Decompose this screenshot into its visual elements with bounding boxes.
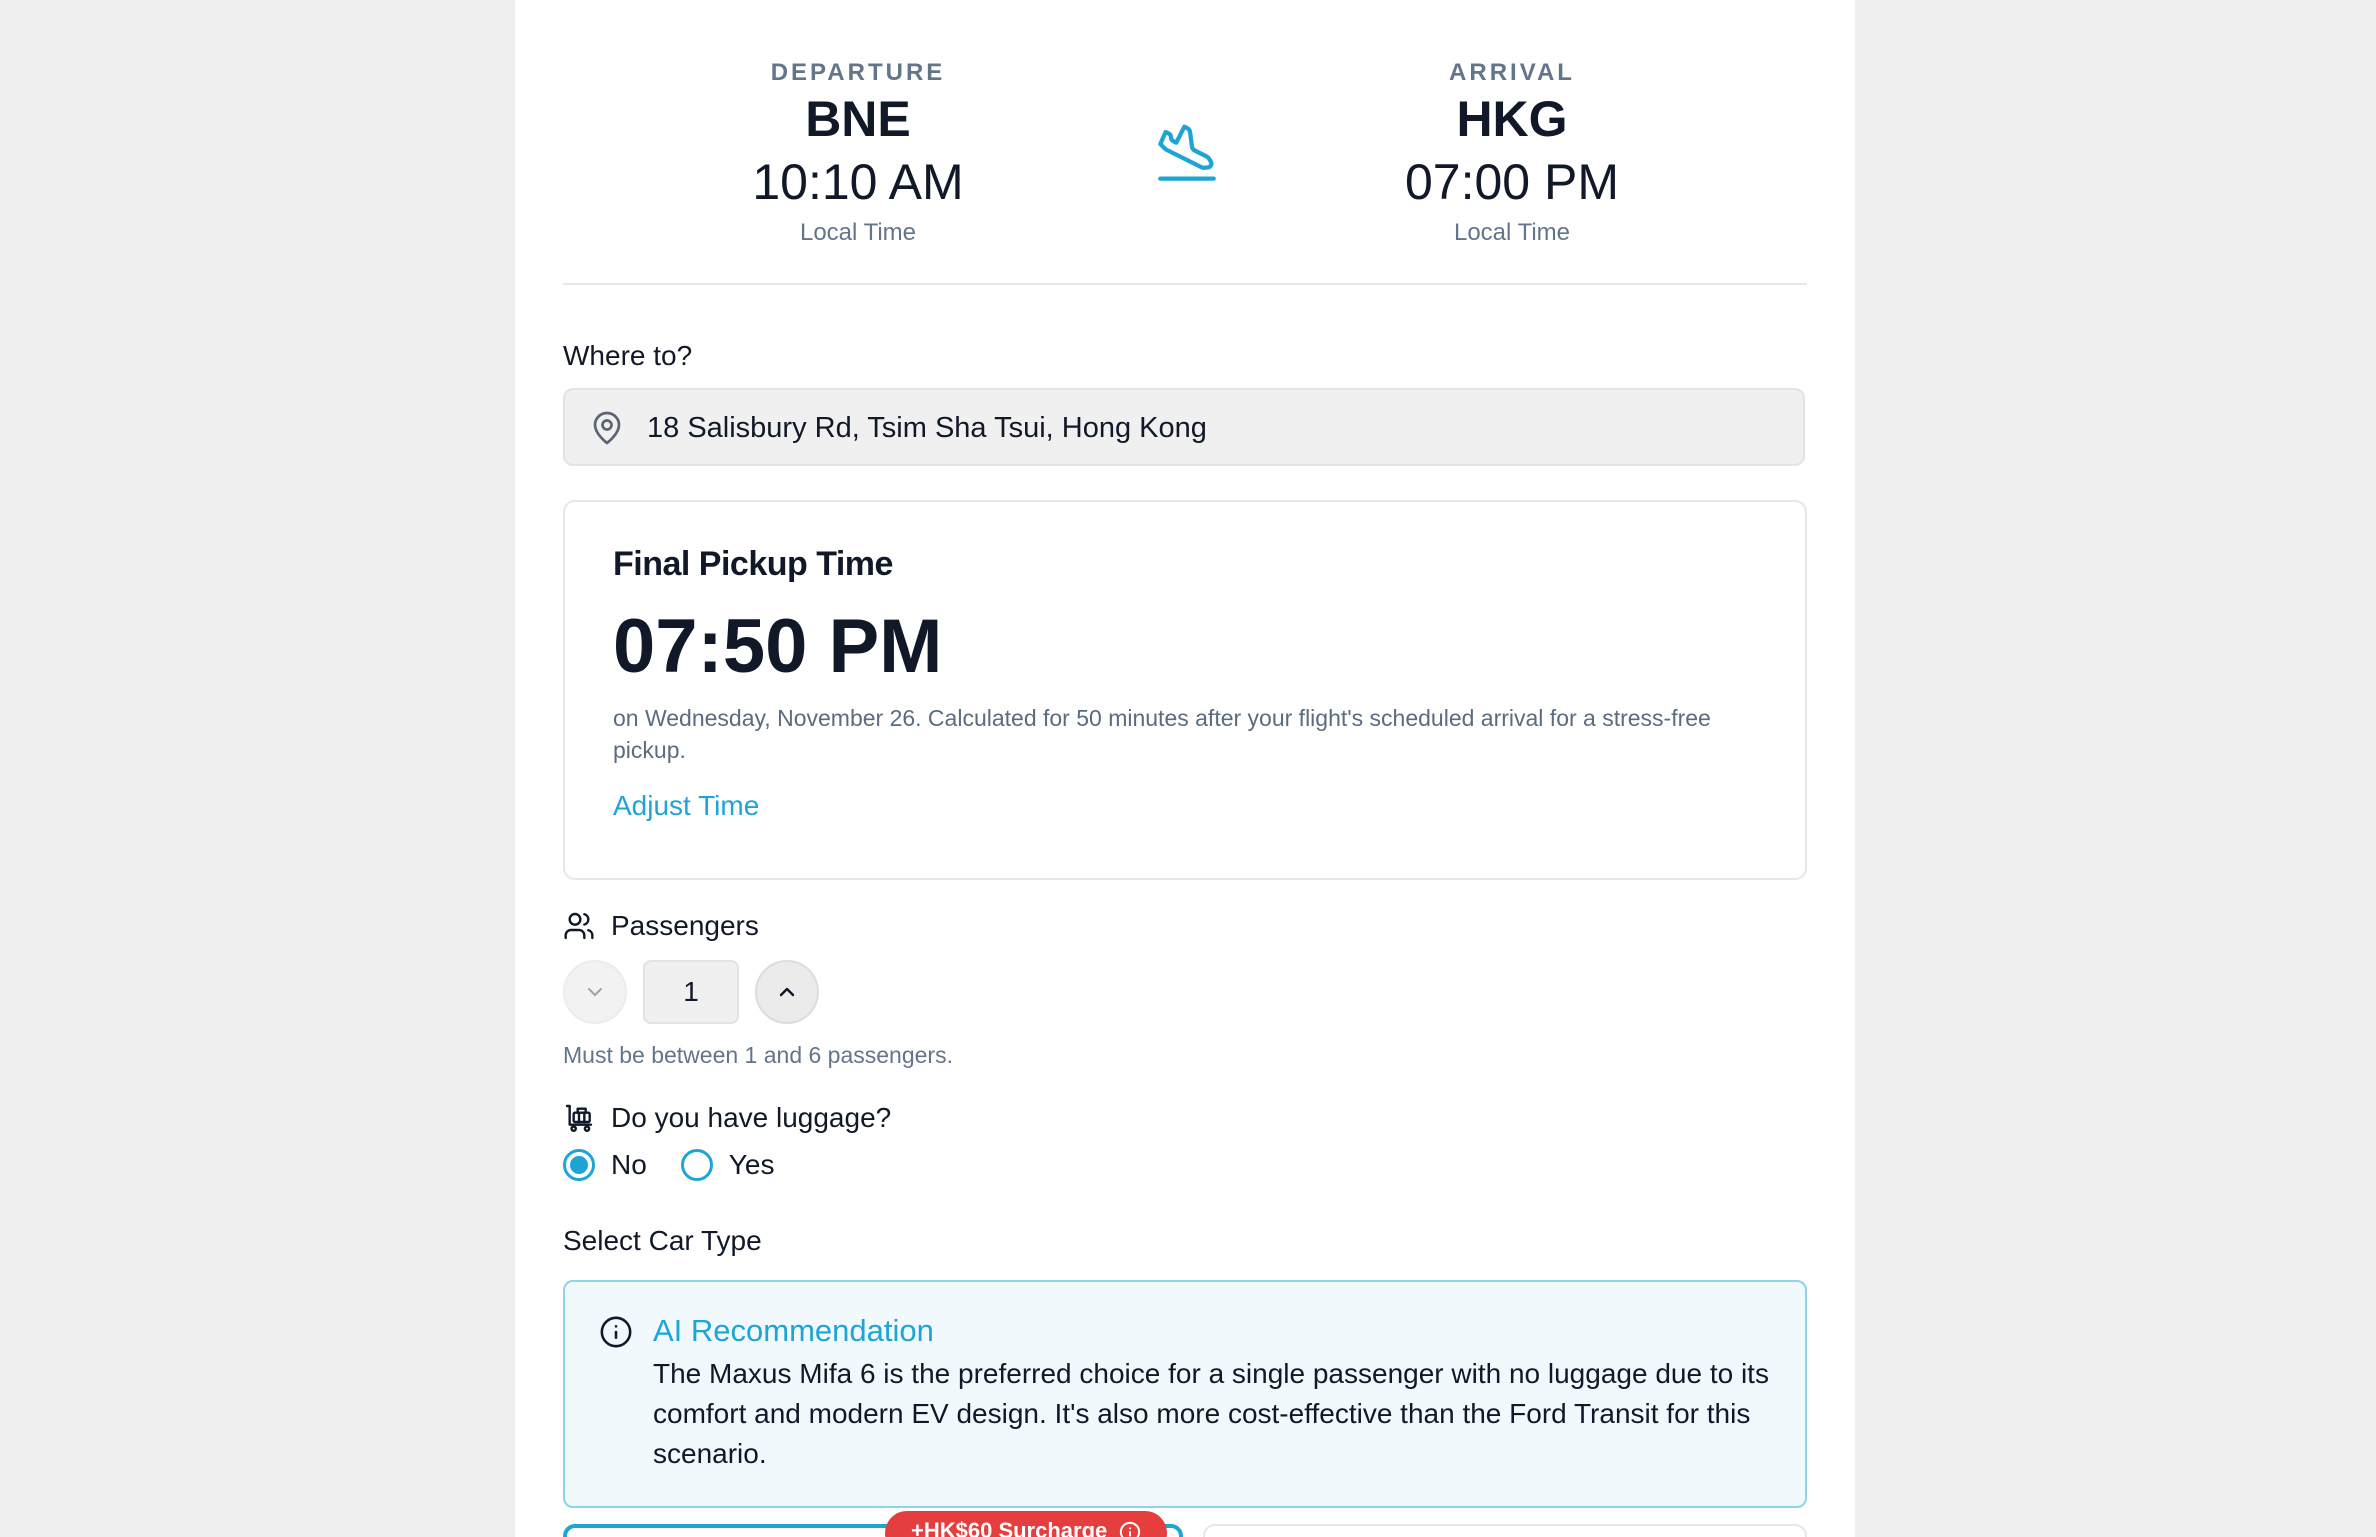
decrease-passengers-button[interactable] xyxy=(563,960,627,1024)
radio-unselected-indicator xyxy=(680,1149,713,1181)
flight-summary: DEPARTURE BNE 10:10 AM Local Time ARRIVA… xyxy=(563,0,1807,285)
luggage-label-row: Do you have luggage? xyxy=(563,1101,891,1135)
luggage-no-label: No xyxy=(611,1149,647,1180)
passengers-hint: Must be between 1 and 6 passengers. xyxy=(563,1042,953,1068)
departure-block: DEPARTURE BNE 10:10 AM Local Time xyxy=(658,58,1058,248)
increase-passengers-button[interactable] xyxy=(755,960,819,1024)
ai-recommendation-title: AI Recommendation xyxy=(653,1313,934,1348)
car-type-label: Select Car Type xyxy=(563,1225,762,1256)
surcharge-badge: +HK$60 Surcharge xyxy=(885,1511,1168,1537)
ai-recommendation-box: AI Recommendation The Maxus Mifa 6 is th… xyxy=(563,1280,1807,1508)
info-icon[interactable] xyxy=(1119,1521,1141,1537)
passengers-label-row: Passengers xyxy=(563,909,759,943)
luggage-cart-icon xyxy=(565,1104,593,1132)
info-icon xyxy=(600,1316,632,1348)
destination-label: Where to? xyxy=(563,340,693,371)
departure-time: 10:10 AM xyxy=(752,154,964,210)
pickup-card-title: Final Pickup Time xyxy=(613,545,893,583)
luggage-no-radio[interactable]: No xyxy=(563,1148,647,1182)
chevron-up-icon xyxy=(779,987,795,997)
plane-landing-icon xyxy=(1158,124,1216,181)
departure-local-time-label: Local Time xyxy=(799,219,917,246)
luggage-options: No Yes xyxy=(563,1148,808,1182)
luggage-label: Do you have luggage? xyxy=(611,1102,892,1133)
luggage-yes-label: Yes xyxy=(728,1149,775,1180)
departure-label: DEPARTURE xyxy=(770,59,946,86)
arrival-block: ARRIVAL HKG 07:00 PM Local Time xyxy=(1312,58,1712,248)
arrival-time: 07:00 PM xyxy=(1404,154,1619,210)
destination-address: 18 Salisbury Rd, Tsim Sha Tsui, Hong Kon… xyxy=(647,412,1207,444)
car-option[interactable] xyxy=(1203,1524,1807,1537)
arrival-label: ARRIVAL xyxy=(1449,59,1575,86)
surcharge-text: +HK$60 Surcharge xyxy=(911,1518,1108,1537)
chevron-down-icon xyxy=(588,988,602,996)
departure-airport-code: BNE xyxy=(805,91,911,147)
pickup-time-card: Final Pickup Time 07:50 PM on Wednesday,… xyxy=(563,500,1807,880)
booking-page: DEPARTURE BNE 10:10 AM Local Time ARRIVA… xyxy=(515,0,1855,1537)
adjust-time-link[interactable]: Adjust Time xyxy=(613,788,759,824)
pickup-time: 07:50 PM xyxy=(613,604,943,689)
luggage-yes-radio[interactable]: Yes xyxy=(680,1148,775,1182)
arrival-airport-code: HKG xyxy=(1456,91,1568,147)
passengers-label: Passengers xyxy=(611,910,759,941)
map-pin-icon xyxy=(593,411,621,445)
destination-field[interactable]: 18 Salisbury Rd, Tsim Sha Tsui, Hong Kon… xyxy=(563,388,1805,466)
radio-selected-indicator xyxy=(563,1149,595,1181)
users-icon xyxy=(564,912,594,940)
booking-form: DEPARTURE BNE 10:10 AM Local Time ARRIVA… xyxy=(563,0,1807,1537)
ai-recommendation-text: The Maxus Mifa 6 is the preferred choice… xyxy=(653,1358,1769,1469)
arrival-local-time-label: Local Time xyxy=(1453,219,1571,246)
passengers-count[interactable]: 1 xyxy=(643,960,739,1024)
pickup-description: on Wednesday, November 26. Calculated fo… xyxy=(613,705,1711,763)
